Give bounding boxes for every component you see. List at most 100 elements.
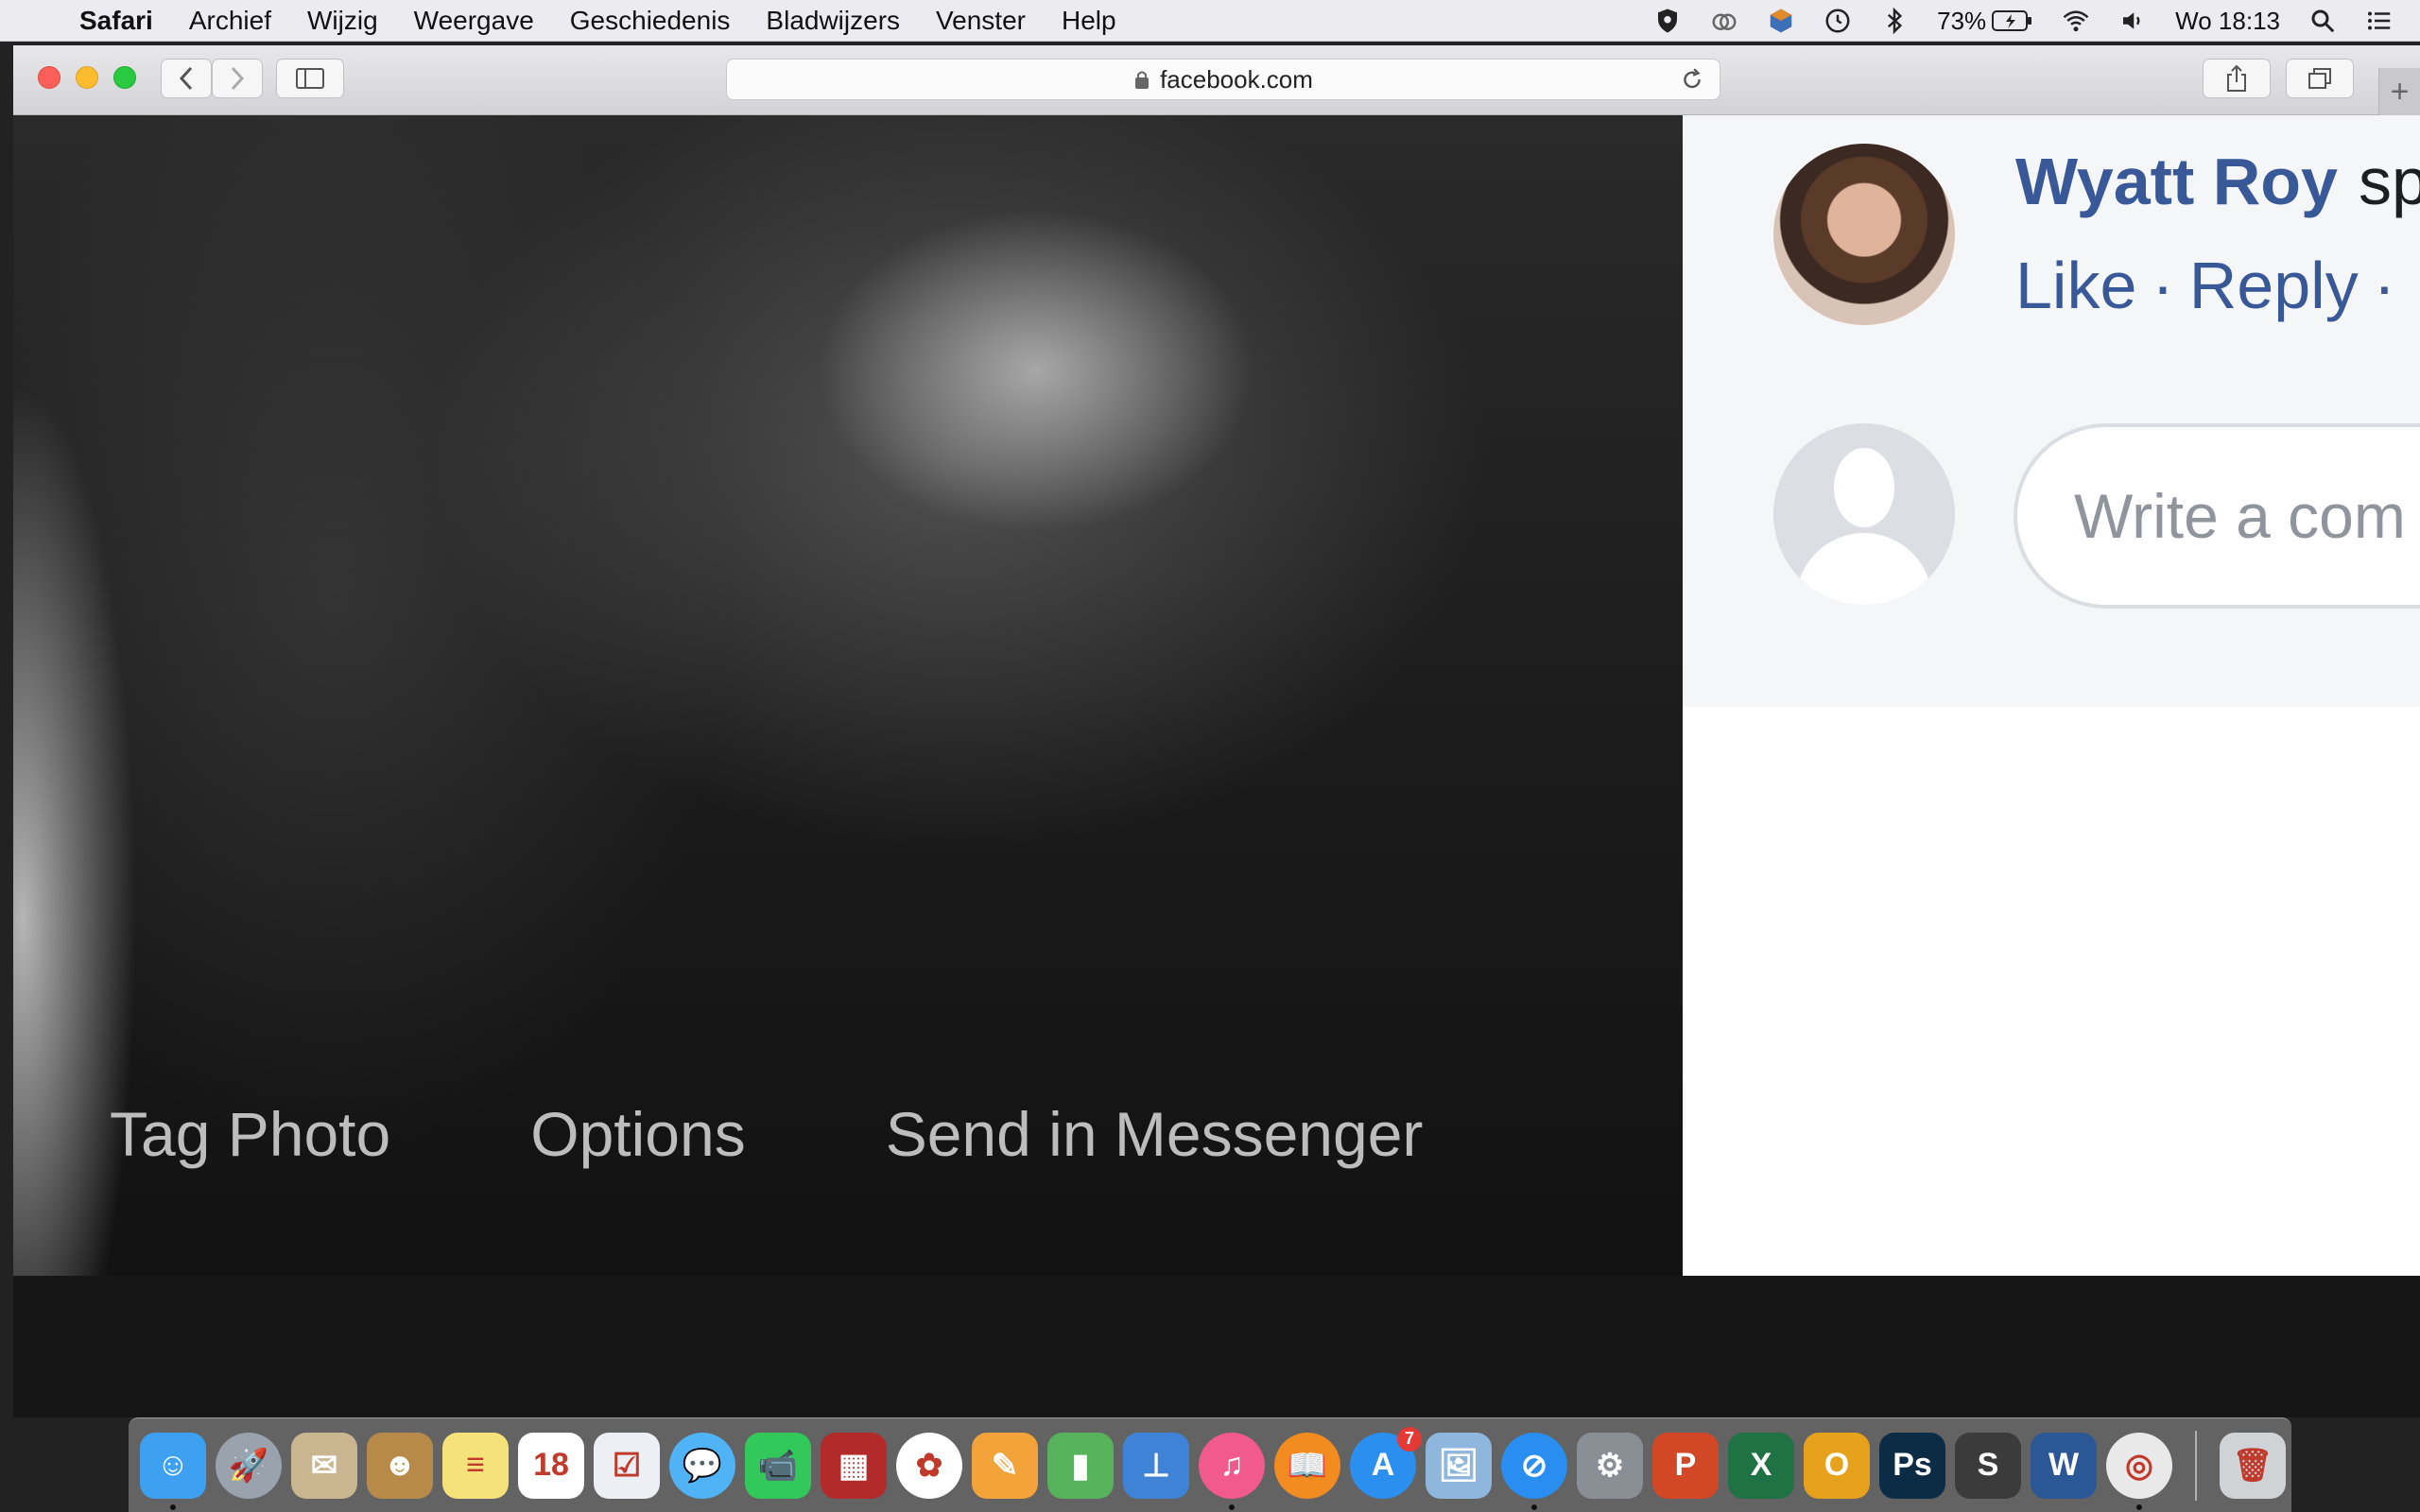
new-tab-button[interactable]: + <box>2378 68 2420 115</box>
menu-geschiedenis[interactable]: Geschiedenis <box>570 6 731 36</box>
separator-dot: · <box>2152 249 2174 322</box>
shield-icon[interactable] <box>1653 7 1682 35</box>
share-button[interactable] <box>2203 59 2271 98</box>
mail-stamp-glyph: ✉ <box>310 1447 338 1484</box>
sidebar-toggle-button[interactable] <box>276 59 344 98</box>
powerpoint-icon[interactable]: P <box>1652 1432 1719 1499</box>
photos-glyph: ✿ <box>915 1447 943 1484</box>
share-icon <box>2227 64 2246 92</box>
calendar-icon[interactable]: 18 <box>518 1432 584 1499</box>
app-store-glyph: A <box>1371 1447 1395 1483</box>
mail-stamp-icon[interactable]: ✉ <box>291 1432 357 1499</box>
menu-wijzig[interactable]: Wijzig <box>307 6 378 36</box>
sublime-text-glyph: S <box>1977 1447 1999 1483</box>
send-in-messenger-link[interactable]: Send in Messenger <box>886 1098 1424 1170</box>
itunes-icon[interactable]: ♫ <box>1199 1432 1265 1510</box>
menu-help[interactable]: Help <box>1062 6 1116 36</box>
itunes-glyph: ♫ <box>1219 1447 1244 1483</box>
minimize-window-button[interactable] <box>76 66 98 89</box>
time-machine-icon[interactable] <box>1824 7 1852 35</box>
notification-center-icon[interactable] <box>2365 7 2394 35</box>
word-glyph: W <box>2048 1447 2080 1483</box>
chrome-glyph: ◎ <box>2125 1447 2153 1484</box>
menu-bladwijzers[interactable]: Bladwijzers <box>766 6 900 36</box>
numbers-icon[interactable]: ▮ <box>1047 1432 1114 1499</box>
keynote-icon[interactable]: ⊥ <box>1123 1432 1189 1499</box>
sublime-text-icon[interactable]: S <box>1955 1432 2021 1499</box>
options-link[interactable]: Options <box>530 1098 745 1170</box>
write-comment-input[interactable]: Write a com <box>2014 423 2420 609</box>
facetime-icon[interactable]: 📹 <box>745 1432 811 1499</box>
messages-glyph: 💬 <box>682 1447 723 1484</box>
photoshop-glyph: Ps <box>1893 1447 1932 1483</box>
battery-status[interactable]: 73% <box>1937 7 2033 36</box>
word-icon[interactable]: W <box>2031 1432 2097 1499</box>
reload-icon[interactable] <box>1680 67 1704 92</box>
system-preferences-icon[interactable]: ⚙ <box>1577 1432 1643 1499</box>
forward-button[interactable] <box>212 59 263 98</box>
lock-icon <box>1135 71 1150 89</box>
menu-archief[interactable]: Archief <box>189 6 271 36</box>
fullscreen-window-button[interactable] <box>113 66 136 89</box>
close-window-button[interactable] <box>38 66 60 89</box>
commenter-avatar[interactable] <box>1773 144 1955 325</box>
url-text: facebook.com <box>1160 64 1313 94</box>
tab-overview-button[interactable] <box>2286 59 2354 98</box>
running-indicator <box>2136 1503 2142 1510</box>
bluetooth-icon[interactable] <box>1880 7 1909 35</box>
separator-dot: · <box>2373 249 2396 322</box>
finder-icon[interactable]: ☺ <box>140 1432 206 1510</box>
back-button[interactable] <box>161 59 212 98</box>
menu-weergave[interactable]: Weergave <box>414 6 534 36</box>
running-indicator <box>170 1503 176 1510</box>
outlook-glyph: O <box>1824 1447 1850 1483</box>
outlook-icon[interactable]: O <box>1804 1432 1870 1499</box>
pages-icon[interactable]: ✎ <box>972 1432 1038 1499</box>
like-link[interactable]: Like <box>2015 249 2136 322</box>
pages-glyph: ✎ <box>991 1447 1019 1484</box>
author-name-link[interactable]: Wyatt Roy <box>2015 145 2338 218</box>
photos-icon[interactable]: ✿ <box>896 1432 962 1499</box>
notes-icon[interactable]: ≡ <box>442 1432 509 1499</box>
photo-actions: Tag Photo Options Send in Messenger <box>110 1098 1423 1170</box>
finder-glyph: ☺ <box>156 1447 190 1483</box>
battery-percentage: 73% <box>1937 6 1987 35</box>
launchpad-icon[interactable]: 🚀 <box>216 1432 282 1499</box>
volume-icon[interactable] <box>2118 7 2147 35</box>
safari-icon[interactable]: ⊘ <box>1501 1432 1567 1510</box>
comment-author: Wyatt Roy sp <box>2015 144 2420 219</box>
ibooks-icon[interactable]: 📖 <box>1274 1432 1340 1499</box>
menu-app-safari[interactable]: Safari <box>79 6 153 36</box>
dock: ☺ 🚀 ✉ ☻ ≡ 18 ☑ 💬 📹 ▦ ✿ ✎ ▮ ⊥ ♫ 📖 A 7 🖼 ⊘ ⚙ P X O Ps S W ◎ 🗑 <box>129 1418 2291 1512</box>
photo-booth-icon[interactable]: ▦ <box>821 1432 887 1499</box>
preview-icon[interactable]: 🖼 <box>1426 1432 1492 1499</box>
excel-icon[interactable]: X <box>1728 1432 1794 1499</box>
trash-icon[interactable]: 🗑 <box>2220 1432 2286 1499</box>
silhouette-head <box>1834 448 1894 527</box>
photo-viewer[interactable]: Tag Photo Options Send in Messenger <box>13 115 1683 1276</box>
calendar-glyph: 18 <box>533 1447 569 1483</box>
silhouette-body <box>1796 533 1932 605</box>
battery-icon <box>1992 10 2032 31</box>
cube-app-icon[interactable] <box>1767 7 1795 35</box>
creative-cloud-icon[interactable] <box>1710 7 1738 35</box>
reminders-icon[interactable]: ☑ <box>594 1432 660 1499</box>
comments-section: Wyatt Roy sp Like · Reply · Write a com <box>1683 115 2420 707</box>
browser-toolbar: facebook.com + <box>13 45 2420 115</box>
comment-text: sp <box>2358 145 2420 218</box>
reply-link[interactable]: Reply <box>2189 249 2359 322</box>
clock[interactable]: Wo 18:13 <box>2175 7 2280 36</box>
contacts-icon[interactable]: ☻ <box>367 1432 433 1499</box>
tag-photo-link[interactable]: Tag Photo <box>110 1098 390 1170</box>
messages-icon[interactable]: 💬 <box>669 1432 735 1499</box>
chevron-left-icon <box>179 66 193 91</box>
chrome-icon[interactable]: ◎ <box>2106 1432 2172 1510</box>
photoshop-icon[interactable]: Ps <box>1879 1432 1945 1499</box>
wifi-icon[interactable] <box>2062 7 2090 35</box>
chevron-right-icon <box>231 66 245 91</box>
launchpad-glyph: 🚀 <box>228 1447 269 1484</box>
app-store-icon[interactable]: A7 <box>1350 1426 1422 1499</box>
address-bar[interactable]: facebook.com <box>726 59 1720 100</box>
menu-venster[interactable]: Venster <box>936 6 1026 36</box>
spotlight-search-icon[interactable] <box>2308 7 2337 35</box>
